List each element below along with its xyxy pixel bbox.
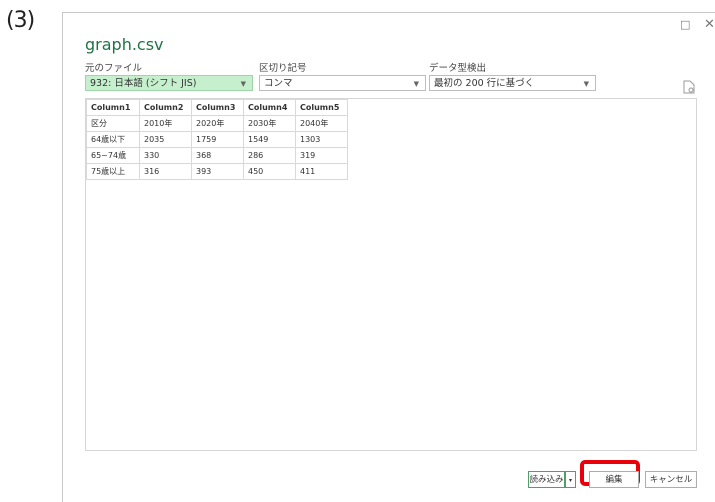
column-header: Column1	[86, 99, 140, 116]
table-cell: 368	[191, 147, 244, 164]
origin-select[interactable]: 932: 日本語 (シフト JIS) ▼	[85, 75, 253, 91]
chevron-down-icon: ▼	[240, 80, 246, 88]
preview-table: Column1 Column2 Column3 Column4 Column5 …	[86, 99, 348, 180]
edit-button[interactable]: 編集	[589, 471, 639, 488]
origin-label: 元のファイル	[85, 63, 143, 74]
table-cell: 65~74歳	[86, 147, 140, 164]
column-header: Column2	[139, 99, 192, 116]
table-cell: 411	[295, 163, 348, 180]
delimiter-select[interactable]: コンマ ▼	[259, 75, 426, 91]
table-row: 65~74歳 330 368 286 319	[86, 147, 348, 164]
table-row: 75歳以上 316 393 450 411	[86, 163, 348, 180]
detection-select[interactable]: 最初の 200 行に基づく ▼	[429, 75, 596, 91]
table-cell: 286	[243, 147, 296, 164]
column-header: Column5	[295, 99, 348, 116]
table-cell: 319	[295, 147, 348, 164]
table-cell: 450	[243, 163, 296, 180]
close-icon[interactable]: ✕	[704, 18, 715, 31]
step-label: (3)	[6, 8, 35, 33]
table-cell: 393	[191, 163, 244, 180]
table-cell: 75歳以上	[86, 163, 140, 180]
detection-label: データ型検出	[429, 63, 487, 74]
delimiter-label: 区切り記号	[259, 63, 307, 74]
cancel-button[interactable]: キャンセル	[645, 471, 697, 488]
load-button[interactable]: 読み込み	[528, 471, 565, 488]
column-header: Column3	[191, 99, 244, 116]
table-cell: 316	[139, 163, 192, 180]
table-cell: 区分	[86, 115, 140, 132]
file-title: graph.csv	[85, 35, 164, 54]
column-header: Column4	[243, 99, 296, 116]
table-cell: 64歳以下	[86, 131, 140, 148]
table-cell: 2035	[139, 131, 192, 148]
maximize-icon[interactable]: □	[680, 19, 690, 31]
chevron-down-icon: ▼	[413, 80, 419, 88]
table-cell: 2020年	[191, 115, 244, 132]
delimiter-value: コンマ	[264, 78, 293, 89]
chevron-down-icon: ▼	[583, 80, 589, 88]
table-cell: 1303	[295, 131, 348, 148]
detection-value: 最初の 200 行に基づく	[434, 78, 535, 89]
file-settings-icon[interactable]	[683, 80, 697, 96]
table-cell: 330	[139, 147, 192, 164]
table-cell: 1759	[191, 131, 244, 148]
table-cell: 1549	[243, 131, 296, 148]
origin-value: 932: 日本語 (シフト JIS)	[90, 78, 197, 89]
table-cell: 2040年	[295, 115, 348, 132]
load-options-button[interactable]: ▾	[565, 471, 576, 488]
table-row: 64歳以下 2035 1759 1549 1303	[86, 131, 348, 148]
table-row: 区分 2010年 2020年 2030年 2040年	[86, 115, 348, 132]
import-dialog: □ ✕ graph.csv 元のファイル 932: 日本語 (シフト JIS) …	[62, 12, 715, 502]
data-preview: Column1 Column2 Column3 Column4 Column5 …	[85, 98, 697, 451]
table-cell: 2030年	[243, 115, 296, 132]
table-cell: 2010年	[139, 115, 192, 132]
